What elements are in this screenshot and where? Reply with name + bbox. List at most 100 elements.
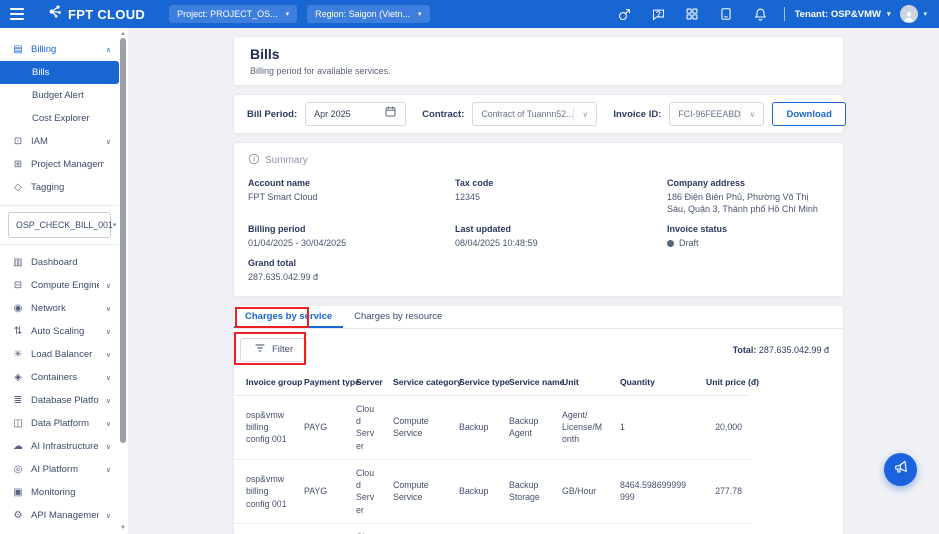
sidebar-project-select-value: OSP_CHECK_BILL_001: [16, 220, 113, 230]
sidebar-top-group: ⊡ IAM ∨ ⊞ Project Management ◇ Tagging: [0, 130, 119, 199]
tenant-selector[interactable]: Tenant: OSP&VMW ▾: [795, 9, 891, 20]
chevron-down-icon: ∨: [105, 351, 111, 359]
sidebar-item-label: AI Platform: [31, 464, 78, 475]
sidebar-item[interactable]: ◇ Tagging: [0, 176, 119, 199]
bill-period-label: Bill Period:: [247, 108, 298, 120]
table-row: osp&vmw billing config 001 PAYG Cloud Se…: [234, 395, 750, 460]
sidebar-item[interactable]: ◉ Network ∨: [0, 297, 119, 320]
sidebar-item[interactable]: ⇅ Auto Scaling ∨: [0, 320, 119, 343]
sidebar-item-label: Project Management: [31, 159, 104, 170]
cell-service-category: Compute Service: [385, 459, 451, 525]
cell-service-name: Backup Agent: [501, 395, 554, 460]
sidebar-item[interactable]: ⊞ Project Management: [0, 153, 119, 176]
fpt-cloud-logo: FPT CLOUD: [48, 4, 145, 24]
sidebar-item[interactable]: ⊟ Compute Engine ∨: [0, 274, 119, 297]
summary-field-invoice-status: Invoice status Draft: [667, 224, 728, 249]
chevron-down-icon: ▾: [112, 222, 117, 229]
charges-table: Invoice group Payment type Server Servic…: [234, 368, 759, 534]
status-badge: Draft: [679, 238, 699, 249]
invoice-id-select[interactable]: FCI-96FEEABD ∨: [669, 102, 765, 126]
cell-unit-price: 1,388.89: [698, 523, 750, 534]
tab-charges-by-service[interactable]: Charges by service: [234, 306, 343, 328]
sidebar-item[interactable]: ⚙ API Management ∨: [0, 504, 119, 527]
sidebar-item[interactable]: ✳ Load Balancer ∨: [0, 343, 119, 366]
bill-period-value[interactable]: [314, 109, 385, 119]
sidebar-item[interactable]: ▥ Dashboard: [0, 251, 119, 274]
sidebar-item[interactable]: ☁ AI Infrastructure ∨: [0, 435, 119, 458]
scroll-down-icon[interactable]: ▼: [119, 524, 127, 532]
chevron-down-icon: ∨: [105, 466, 111, 474]
feedback-button[interactable]: [884, 453, 917, 486]
summary-field-last-updated: Last updated 08/04/2025 10:48:59: [455, 224, 538, 249]
top-header: FPT CLOUD Project: PROJECT_OS... ▾ Regio…: [0, 0, 939, 28]
cell-server: Cloud Server: [348, 459, 385, 525]
cell-unit-price: 20,000: [698, 395, 750, 460]
sidebar-item-label: Dashboard: [31, 257, 78, 268]
contract-select[interactable]: Contract of Tuannn52... ∨: [472, 102, 598, 126]
sidebar-divider: [0, 205, 119, 206]
cell-invoice-group: osp&vmw billing config 001: [234, 459, 296, 525]
region-selector[interactable]: Region: Saigon (Vietn... ▾: [307, 5, 430, 23]
sidebar-scrollbar[interactable]: ▲ ▼: [119, 28, 127, 534]
sidebar-item-label: Data Platform: [31, 418, 90, 429]
sidebar-item-icon: ◉: [13, 303, 23, 314]
cell-unit: GB/Hour: [554, 459, 612, 525]
notifications-bell-icon[interactable]: [753, 7, 768, 22]
hamburger-menu-icon[interactable]: [10, 8, 24, 20]
region-selector-label: Region: Saigon (Vietn...: [315, 9, 411, 19]
sidebar-item[interactable]: ⊡ IAM ∨: [0, 130, 119, 153]
sidebar-item-label: Cost Explorer: [32, 113, 90, 124]
sidebar-item-icon: ≣: [13, 395, 23, 406]
sidebar-item[interactable]: ≣ Database Platform ∨: [0, 389, 119, 412]
avatar: [900, 5, 919, 23]
sidebar-item-cost-explorer[interactable]: Cost Explorer: [0, 107, 119, 130]
col-unit: Unit: [554, 368, 612, 396]
chevron-up-icon: ∧: [105, 46, 111, 54]
summary-card: Summary Account name FPT Smart Cloud Tax…: [233, 142, 844, 297]
sidebar-item[interactable]: ◎ AI Platform ∨: [0, 458, 119, 481]
cell-quantity: 8464.598699999999: [612, 459, 698, 525]
sidebar-item-billing[interactable]: ▤ Billing ∧: [0, 38, 119, 61]
sidebar-item[interactable]: ▣ Monitoring: [0, 481, 119, 504]
sidebar-item-icon: ◇: [14, 182, 22, 193]
cell-payment-type: PAYG: [296, 395, 348, 460]
sidebar-item[interactable]: ◈ Containers ∨: [0, 366, 119, 389]
cell-invoice-group: osp&vmw billing config 001: [234, 395, 296, 460]
sidebar-item-budget-alert[interactable]: Budget Alert: [0, 84, 119, 107]
megaphone-icon: [893, 459, 909, 480]
bill-filter-bar: Bill Period: Contract: Contract of Tuann…: [233, 94, 846, 134]
sidebar-item-bills[interactable]: Bills: [0, 61, 119, 84]
sidebar-item-icon: ▣: [13, 487, 23, 498]
logo-text: FPT CLOUD: [68, 6, 146, 22]
sidebar-item[interactable]: ◫ Data Platform ∨: [0, 412, 119, 435]
sidebar-item-label: Auto Scaling: [31, 326, 85, 337]
explore-icon[interactable]: [617, 7, 632, 22]
sidebar-item-label: Tagging: [31, 182, 65, 193]
sidebar-item-icon: ⊟: [13, 280, 23, 291]
tenant-label: Tenant: OSP&VMW: [794, 8, 881, 20]
calendar-icon[interactable]: [384, 105, 397, 123]
docs-icon[interactable]: [719, 7, 734, 22]
sidebar-item[interactable]: ∞ DevOps ∨: [0, 527, 119, 534]
cell-service-category: Compute Service: [385, 523, 451, 534]
page-subtitle: Billing period for available services.: [250, 66, 391, 76]
scrollbar-thumb[interactable]: [120, 38, 126, 443]
project-selector[interactable]: Project: PROJECT_OS... ▾: [169, 5, 298, 23]
user-menu[interactable]: ▾: [900, 5, 927, 23]
tab-charges-by-resource[interactable]: Charges by resource: [343, 306, 453, 328]
cell-service-type: Backup: [451, 459, 501, 525]
sidebar-project-select[interactable]: OSP_CHECK_BILL_001 ▾: [8, 212, 116, 238]
scroll-up-icon[interactable]: ▲: [119, 30, 127, 38]
cell-payment-type: PAYG: [296, 523, 348, 534]
download-button[interactable]: Download: [772, 102, 846, 126]
support-chat-icon[interactable]: [651, 7, 666, 22]
sidebar-item-label: IAM: [31, 136, 48, 147]
cell-quantity: 1: [612, 395, 698, 460]
chevron-down-icon: ∨: [105, 420, 111, 428]
sidebar-item-label: Compute Engine: [31, 280, 99, 291]
apps-grid-icon[interactable]: [685, 7, 700, 22]
main-content: Bills Billing period for available servi…: [128, 28, 939, 534]
col-service-name: Service name: [501, 368, 564, 396]
filter-button[interactable]: Filter: [240, 337, 308, 362]
bill-period-input[interactable]: [305, 102, 407, 126]
